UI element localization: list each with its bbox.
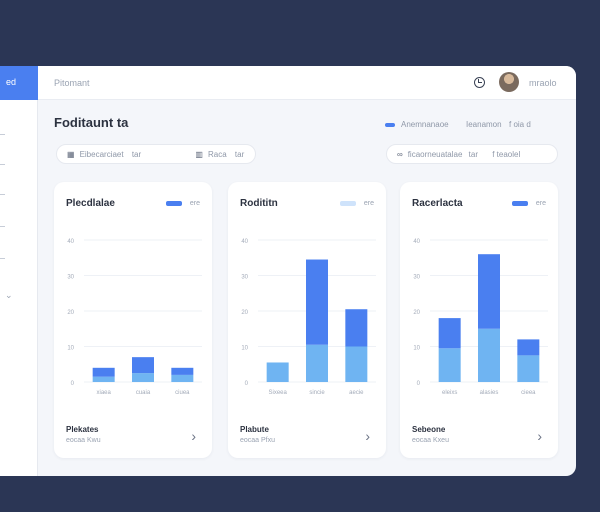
chart-card: Racerlacta ere 40 30 20 10 0 eleixs alasies cie… [400,182,558,458]
bar-segment [92,376,115,382]
filter-suffix: tar [234,150,245,159]
bar-segment [266,362,289,382]
card-legend[interactable]: ere [339,200,374,207]
breadcrumb[interactable]: Pitomant [54,78,90,88]
bar-segment [132,373,154,382]
card-footer-title: Plekates [66,425,99,434]
card-footer-title: Plabute [240,425,269,434]
bar-segment [478,254,500,329]
x-tick-label: Sixeea [268,390,287,396]
nav-icon[interactable] [0,194,5,195]
card-title: Rodititn [240,198,278,209]
legend-item[interactable]: Ieanamon [466,120,502,129]
y-tick-label: 30 [413,275,420,281]
card-title: Racerlacta [412,198,463,209]
search-filter[interactable]: ∞ ficaorneuatalae tar f teaolel [386,144,558,164]
legend-swatch [385,122,395,127]
bar-segment [306,344,328,382]
y-tick-label: 0 [245,381,249,387]
filter-extra: f teaolel [492,150,521,159]
card-title: Plecdlalae [66,198,115,209]
legend-label: f oia d [509,120,531,129]
nav-icon[interactable] [0,134,5,135]
nav-icon[interactable] [0,258,5,259]
x-tick-label: cuaia [136,390,151,396]
card-footer-subtitle: eocaa Kxeu [412,437,449,444]
y-tick-label: 20 [241,310,248,316]
x-tick-label: xiaea [96,390,111,396]
y-tick-label: 30 [67,275,74,281]
bar-chart: 40 30 20 10 0 eleixs alasies cieea [413,239,548,396]
bar-chart: 40 30 20 10 0 xiaea cuaia ciuea [67,239,202,396]
chevron-right-icon[interactable]: › [191,428,196,444]
date-filter[interactable]: ▦ Eibecarciaet tar ▥ Raca tar [56,144,256,164]
card-footer-subtitle: eocaa Pfxu [240,437,276,444]
card-legend[interactable]: ere [511,200,546,207]
x-tick-label: cieea [521,390,536,396]
bar-segment [345,309,368,347]
y-tick-label: 30 [241,275,248,281]
filter-value: Raca [207,150,227,159]
y-tick-label: 10 [413,346,420,352]
legend-label: Anemnanaoe [401,120,449,129]
link-icon: ∞ [397,150,403,159]
y-tick-label: 0 [417,381,421,387]
card-footer-title: Sebeone [412,425,446,434]
page-title: Foditaunt ta [54,115,129,130]
y-tick-label: 40 [413,239,420,245]
bar-segment [92,367,115,377]
legend-label: Ieanamon [466,120,502,129]
chevron-right-icon[interactable]: › [537,428,542,444]
bar-segment [306,259,328,345]
bar-segment [438,348,461,382]
nav-icon[interactable] [0,164,5,165]
bar-segment [345,346,368,382]
bar-segment [171,367,194,375]
avatar[interactable] [499,72,519,92]
bar-segment [517,355,540,382]
legend-item[interactable]: f oia d [509,120,531,129]
y-tick-label: 10 [67,346,74,352]
x-tick-label: alasies [480,390,499,396]
sidebar: ed ⌄ [0,66,38,476]
clock-icon[interactable] [474,77,485,88]
calendar-icon: ▦ [67,150,75,159]
y-tick-label: 20 [67,310,74,316]
bar-segment [132,357,154,374]
bar-segment [171,374,194,382]
card-footer-subtitle: eocaa Kwu [66,437,101,444]
x-tick-label: aecie [349,390,364,396]
y-tick-label: 0 [71,381,75,387]
chart-card: Rodititn ere 40 30 20 10 0 Sixeea sincie aecie … [228,182,386,458]
bar-chart: 40 30 20 10 0 Sixeea sincie aecie [241,239,376,396]
filter-suffix: tar [468,150,478,159]
card-legend[interactable]: ere [165,200,200,207]
bar-segment [517,339,540,356]
nav-icon[interactable] [0,226,5,227]
filter-value: ficaorneuatalae [407,150,463,159]
chart-card: Plecdlalae ere 40 30 20 10 0 xiaea cuaia ciuea … [54,182,212,458]
sidebar-item-active[interactable]: ed [0,66,38,100]
y-tick-label: 40 [67,239,74,245]
chevron-icon[interactable]: ⌄ [5,290,13,301]
x-tick-label: eleixs [442,390,457,396]
top-bar: Pitomant mraolo [38,66,576,100]
x-tick-label: ciuea [175,390,190,396]
filter-value: Eibecarciaet [79,150,124,159]
y-tick-label: 20 [413,310,420,316]
user-name[interactable]: mraolo [529,78,557,88]
bar-segment [438,318,461,349]
legend-item[interactable]: Anemnanaoe [385,120,449,129]
chevron-right-icon[interactable]: › [365,428,370,444]
y-tick-label: 40 [241,239,248,245]
x-tick-label: sincie [309,390,325,396]
filter-suffix: tar [131,150,142,159]
grid-icon: ▥ [195,150,203,159]
bar-segment [478,328,500,382]
y-tick-label: 10 [241,346,248,352]
